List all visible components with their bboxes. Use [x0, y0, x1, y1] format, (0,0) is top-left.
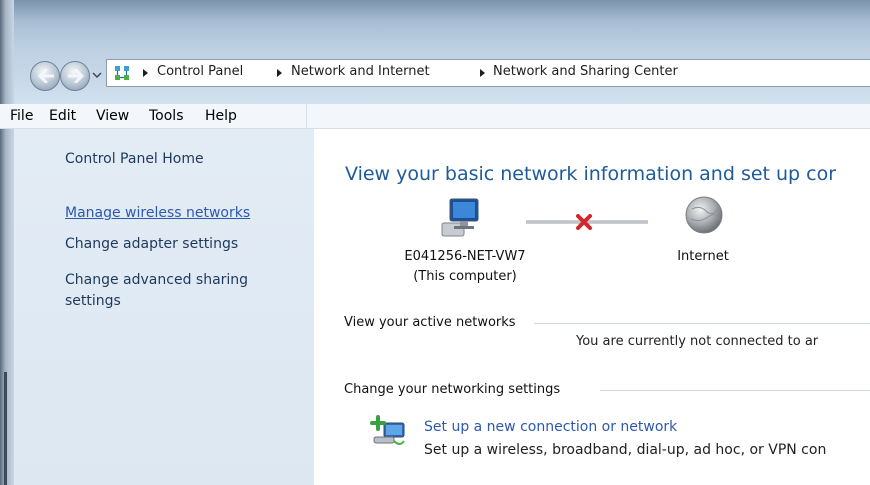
- forward-arrow-icon: [68, 69, 84, 83]
- manage-wireless-networks-link[interactable]: Manage wireless networks: [65, 203, 250, 224]
- menu-edit[interactable]: Edit: [49, 108, 76, 124]
- change-settings-section-label: Change your networking settings: [344, 382, 561, 397]
- section-divider: [600, 390, 870, 391]
- setup-connection-description: Set up a wireless, broadband, dial-up, a…: [424, 442, 827, 458]
- connection-status-line: [526, 214, 648, 230]
- breadcrumb-network-and-internet[interactable]: Network and Internet: [291, 64, 430, 79]
- breadcrumb-network-and-sharing-center[interactable]: Network and Sharing Center: [493, 64, 678, 79]
- control-panel-home-link[interactable]: Control Panel Home: [65, 149, 204, 170]
- address-bar[interactable]: Control Panel Network and Internet Netwo…: [106, 59, 870, 87]
- menu-view[interactable]: View: [96, 108, 129, 124]
- computer-name-label[interactable]: E041256-NET-VW7: [390, 249, 540, 264]
- setup-new-connection-link[interactable]: Set up a new connection or network: [424, 419, 677, 435]
- globe-icon: [685, 196, 723, 234]
- back-button[interactable]: [30, 61, 60, 91]
- recent-pages-dropdown-icon[interactable]: [92, 68, 102, 82]
- back-arrow-icon: [38, 69, 54, 83]
- breadcrumb-separator-icon[interactable]: [277, 69, 282, 77]
- not-connected-status-text: You are currently not connected to ar: [576, 334, 819, 349]
- network-icon: [115, 66, 129, 80]
- menu-tools[interactable]: Tools: [149, 108, 184, 124]
- window: Control Panel Network and Internet Netwo…: [0, 0, 870, 485]
- main-content: View your basic network information and …: [314, 129, 870, 485]
- active-networks-section-label: View your active networks: [344, 315, 516, 330]
- breadcrumb-control-panel[interactable]: Control Panel: [157, 64, 243, 79]
- breadcrumb-separator-icon: [143, 69, 148, 77]
- menu-help[interactable]: Help: [205, 108, 237, 124]
- forward-button[interactable]: [60, 61, 90, 91]
- new-connection-icon[interactable]: [370, 415, 406, 449]
- breadcrumb-separator-icon[interactable]: [480, 69, 485, 77]
- section-divider: [534, 323, 870, 324]
- window-left-frame: [0, 0, 14, 485]
- page-heading: View your basic network information and …: [345, 163, 837, 185]
- change-advanced-sharing-settings-link[interactable]: Change advanced sharing settings: [65, 270, 285, 312]
- menu-file[interactable]: File: [10, 108, 33, 124]
- title-bar[interactable]: [14, 0, 870, 48]
- change-adapter-settings-link[interactable]: Change adapter settings: [65, 234, 238, 255]
- task-pane: Control Panel Home Manage wireless netwo…: [14, 129, 314, 485]
- internet-label[interactable]: Internet: [660, 249, 746, 264]
- computer-subtitle-label: (This computer): [413, 269, 517, 284]
- menu-bar: File Edit View Tools Help: [0, 104, 870, 129]
- computer-icon: [441, 198, 479, 237]
